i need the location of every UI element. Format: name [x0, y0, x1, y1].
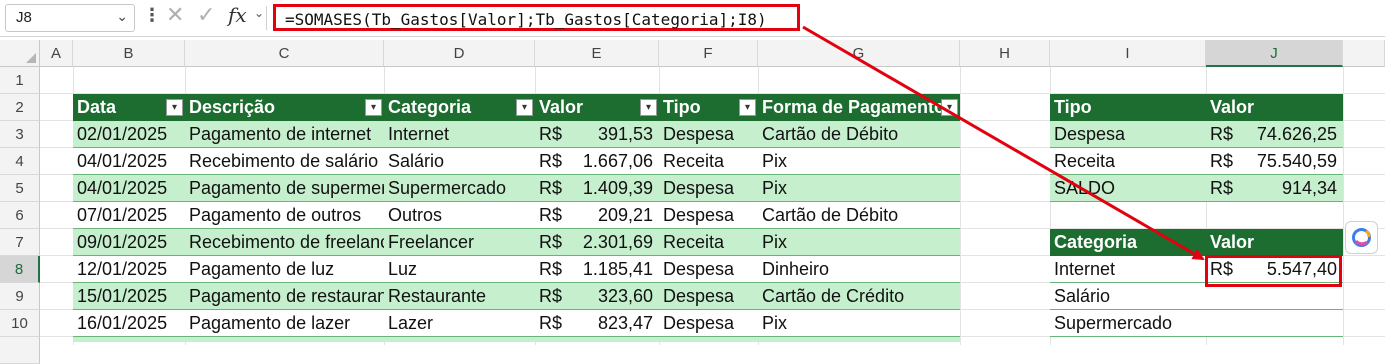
selected-cell-highlight[interactable]	[1205, 255, 1342, 287]
copilot-icon[interactable]	[1345, 221, 1378, 254]
annotation-arrow	[802, 25, 1205, 261]
